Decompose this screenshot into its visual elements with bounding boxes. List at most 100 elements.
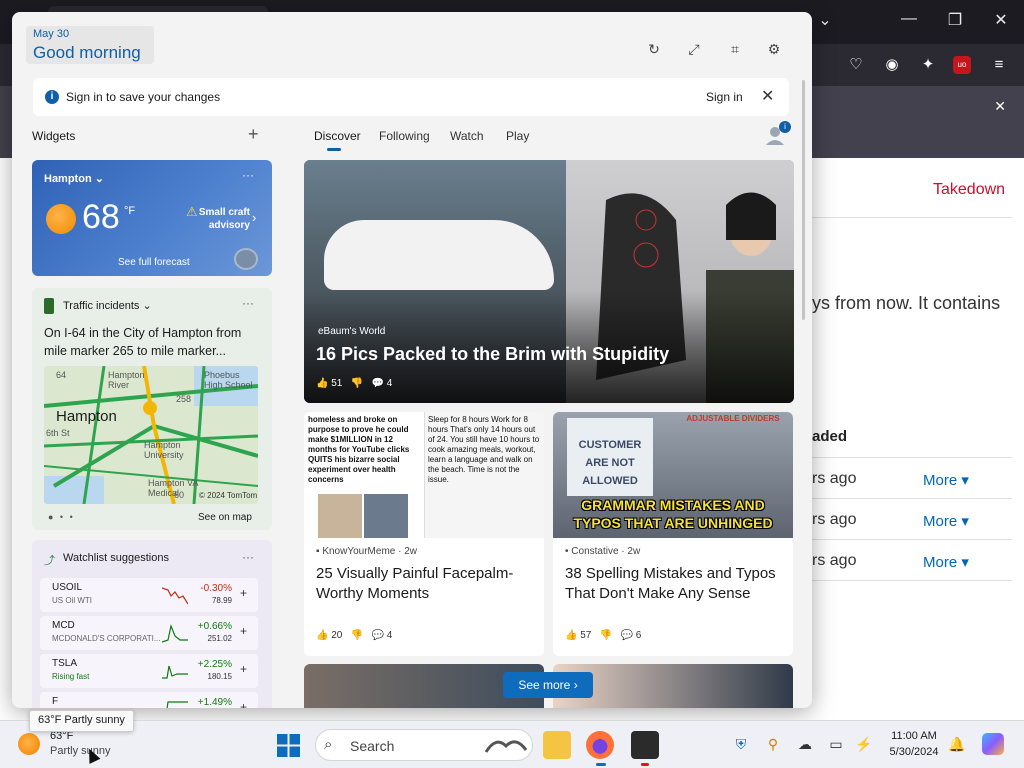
news-source[interactable]: • Constative · 2w	[565, 546, 640, 557]
notification-bell-icon[interactable]: 🔔	[948, 736, 966, 753]
add-stock-button[interactable]: +	[240, 624, 247, 638]
like-icon[interactable]: 👍	[316, 378, 328, 389]
expand-icon[interactable]: ⤢	[683, 38, 705, 60]
taskbar-search[interactable]: ⌕ Search	[315, 729, 533, 761]
comment-icon[interactable]: 💬	[621, 630, 633, 641]
traffic-more-button[interactable]: ···	[242, 296, 254, 310]
language-icon[interactable]: ⚡	[855, 736, 873, 753]
source-logo-icon: •	[565, 546, 569, 557]
comment-icon[interactable]: 💬	[372, 630, 384, 641]
windows-start-icon[interactable]	[277, 734, 300, 757]
account-icon[interactable]: ◉	[881, 54, 903, 76]
tab-watch[interactable]: Watch	[450, 129, 484, 143]
chevron-right-icon[interactable]: ›	[252, 210, 256, 225]
more-dropdown[interactable]: More ▾	[923, 512, 969, 530]
extensions-icon[interactable]: ✦	[917, 54, 939, 76]
widgets-panel: May 30 Good morning ↻ ⤢ ⌗ ⚙ i Sign in to…	[12, 12, 812, 708]
signin-link[interactable]: Sign in	[706, 90, 743, 104]
security-shield-icon[interactable]: ⛨	[732, 736, 750, 753]
tab-following[interactable]: Following	[379, 129, 430, 143]
news-card[interactable]: CUSTOMER ARE NOT ALLOWED ADJUSTABLE DIVI…	[553, 412, 793, 656]
pocket-icon[interactable]: ♡	[845, 54, 867, 76]
key-icon[interactable]: ⚲	[764, 736, 782, 753]
stock-symbol: F	[52, 696, 59, 707]
close-window-icon[interactable]: ✕	[986, 10, 1016, 30]
weather-taskbar-icon[interactable]	[18, 733, 40, 755]
page-text-fragment: ys from now. It contains	[812, 293, 1001, 313]
copilot-icon[interactable]	[982, 733, 1004, 755]
watchlist-more-button[interactable]: ···	[242, 550, 254, 564]
see-on-map-link[interactable]: See on map	[198, 512, 252, 523]
weather-more-button[interactable]: ···	[242, 168, 254, 182]
weather-advisory[interactable]: Small craft advisory	[184, 206, 250, 232]
sparkline-chart	[162, 623, 188, 643]
pin-icon[interactable]: ⌗	[724, 38, 746, 60]
takedown-link[interactable]: Takedown	[933, 181, 1005, 199]
minimize-icon[interactable]: —	[894, 10, 924, 28]
news-title[interactable]: 38 Spelling Mistakes and Typos That Don'…	[565, 564, 785, 604]
more-dropdown[interactable]: More ▾	[923, 553, 969, 571]
dislike-icon[interactable]: 👎	[351, 378, 363, 389]
traffic-map[interactable]: Hampton Hampton River Phoebus High Schoo…	[44, 366, 258, 504]
news-title[interactable]: 25 Visually Painful Facepalm-Worthy Mome…	[316, 564, 536, 604]
clock-time[interactable]: 11:00 AM	[886, 730, 942, 742]
add-stock-button[interactable]: +	[240, 586, 247, 600]
stock-row-f[interactable]: F +1.49% +	[40, 692, 258, 708]
tab-discover[interactable]: Discover	[314, 129, 361, 143]
traffic-widget[interactable]: Traffic incidents ⌄ ··· On I-64 in the C…	[32, 288, 272, 530]
clock-date[interactable]: 5/30/2024	[886, 746, 942, 758]
refresh-icon[interactable]: ↻	[643, 38, 665, 60]
pagination-dots[interactable]: ● • •	[48, 512, 75, 522]
dislike-icon[interactable]: 👎	[351, 630, 363, 641]
taskbar: 63°F Partly sunny ⌕ Search ⛨ ⚲ ☁ ▭ ⚡ 11:…	[0, 720, 1024, 768]
traffic-description[interactable]: On I-64 in the City of Hampton from mile…	[44, 324, 264, 360]
ublock-icon[interactable]: uo	[953, 56, 971, 74]
weather-widget[interactable]: Hampton ⌄ ··· 68 °F ⚠ Small craft adviso…	[32, 160, 272, 276]
profile-badge: i	[779, 121, 791, 133]
weather-radar-thumbnail[interactable]	[234, 248, 258, 270]
like-icon[interactable]: 👍	[316, 630, 328, 641]
hero-source[interactable]: eBaum's World	[318, 326, 385, 337]
more-dropdown[interactable]: More ▾	[923, 471, 969, 489]
see-full-forecast-link[interactable]: See full forecast	[118, 257, 190, 268]
watchlist-widget[interactable]: ⤴ Watchlist suggestions ··· USOIL US Oil…	[32, 540, 272, 708]
taskbar-weather-condition[interactable]: Partly sunny	[50, 745, 111, 757]
firefox-icon[interactable]	[586, 731, 614, 759]
add-stock-button[interactable]: +	[240, 700, 247, 708]
weather-location[interactable]: Hampton ⌄	[44, 172, 104, 185]
stock-row-tsla[interactable]: TSLA Rising fast +2.25% 180.15 +	[40, 654, 258, 688]
stock-row-usoil[interactable]: USOIL US Oil WTI -0.30% 78.99 +	[40, 578, 258, 612]
menu-icon[interactable]: ≡	[988, 54, 1010, 76]
news-reactions[interactable]: 👍 57 👎 💬 6	[565, 630, 641, 641]
stock-price: 251.02	[207, 634, 232, 643]
traffic-title[interactable]: Traffic incidents ⌄	[63, 299, 152, 312]
tab-play[interactable]: Play	[506, 129, 529, 143]
comment-icon[interactable]: 💬	[372, 378, 384, 389]
hero-title[interactable]: 16 Pics Packed to the Brim with Stupidit…	[316, 344, 669, 365]
tab-list-chevron-icon[interactable]: ⌄	[810, 10, 840, 30]
display-icon[interactable]: ▭	[827, 736, 845, 753]
settings-gear-icon[interactable]: ⚙	[763, 38, 785, 60]
like-icon[interactable]: 👍	[565, 630, 577, 641]
sparkline-chart	[162, 587, 188, 605]
info-icon: i	[45, 90, 59, 104]
search-icon: ⌕	[324, 736, 333, 753]
maximize-icon[interactable]: ❐	[940, 10, 970, 30]
news-source[interactable]: ▪ KnowYourMeme · 2w	[316, 546, 417, 557]
add-stock-button[interactable]: +	[240, 662, 247, 676]
feed-scrollbar[interactable]	[802, 80, 805, 320]
news-reactions[interactable]: 👍 20 👎 💬 4	[316, 630, 392, 641]
hero-reactions[interactable]: 👍 51 👎 💬 4	[316, 378, 392, 389]
notification-close-icon[interactable]: ✕	[994, 98, 1006, 115]
stock-row-mcd[interactable]: MCD MCDONALD'S CORPORATI... +0.66% 251.0…	[40, 616, 258, 650]
dislike-icon[interactable]: 👎	[600, 630, 612, 641]
file-explorer-icon[interactable]	[543, 731, 571, 759]
terminal-icon[interactable]	[631, 731, 659, 759]
see-more-button[interactable]: See more ›	[503, 672, 593, 698]
map-label: 6th St	[46, 428, 70, 438]
hero-news-card[interactable]: eBaum's World 16 Pics Packed to the Brim…	[304, 160, 794, 403]
news-card[interactable]: homeless and broke on purpose to prove h…	[304, 412, 544, 656]
network-offline-icon[interactable]: ☁	[796, 736, 814, 753]
banner-close-icon[interactable]: ✕	[761, 86, 774, 106]
add-widget-button[interactable]: +	[248, 124, 259, 145]
